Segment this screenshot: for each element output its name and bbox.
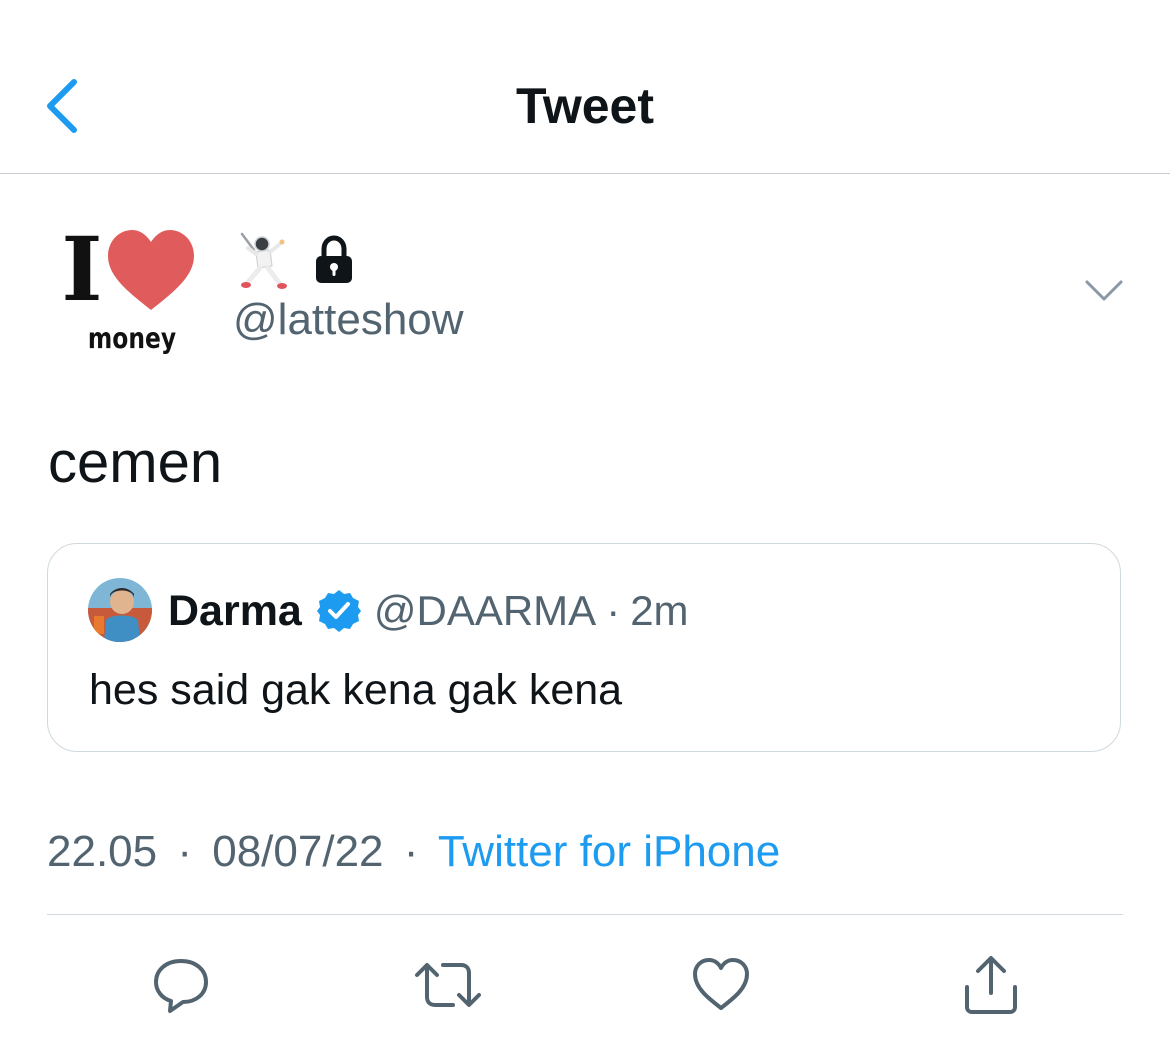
tweet-date: 08/07/22 — [212, 827, 384, 876]
fencer-emoji-icon — [240, 232, 287, 289]
quoted-handle: @DAARMA — [373, 587, 597, 634]
avatar[interactable]: I money — [58, 214, 208, 364]
page-title: Tweet — [516, 78, 654, 134]
author-name-row — [234, 230, 356, 290]
reply-button[interactable] — [146, 950, 216, 1020]
reply-icon — [154, 959, 208, 1013]
tweet-meta: 22.05 · 08/07/22 · Twitter for iPhone — [47, 826, 780, 878]
quoted-tweet-card[interactable]: Darma @DAARMA · 2m hes said gak kena gak… — [47, 543, 1121, 752]
quoted-separator: · — [606, 587, 621, 634]
lock-icon — [316, 235, 352, 283]
like-icon — [693, 958, 749, 1010]
quoted-avatar[interactable] — [88, 578, 152, 642]
tweet-time: 22.05 — [47, 827, 158, 876]
quoted-time: 2m — [630, 587, 689, 634]
meta-separator-2: · — [403, 827, 419, 876]
quoted-text: hes said gak kena gak kena — [89, 666, 623, 714]
quoted-header: Darma @DAARMA · 2m — [168, 584, 689, 638]
avatar-word-money: money — [88, 323, 176, 355]
retweet-icon — [415, 963, 481, 1007]
retweet-button[interactable] — [413, 950, 483, 1020]
quoted-name[interactable]: Darma — [168, 587, 302, 636]
verified-badge-icon — [316, 590, 361, 632]
header: Tweet — [0, 0, 1170, 174]
share-icon — [965, 956, 1017, 1014]
avatar-letter-i: I — [61, 217, 102, 321]
more-options-button[interactable] — [1084, 278, 1124, 304]
heart-icon — [108, 230, 194, 310]
share-button[interactable] — [956, 950, 1026, 1020]
chevron-down-icon — [1085, 280, 1123, 301]
meta-separator-1: · — [177, 827, 192, 876]
like-button[interactable] — [686, 950, 756, 1020]
divider — [47, 914, 1123, 915]
tweet-source-link[interactable]: Twitter for iPhone — [438, 827, 780, 876]
tweet-text: cemen — [48, 430, 223, 495]
author-handle[interactable]: @latteshow — [233, 295, 464, 345]
